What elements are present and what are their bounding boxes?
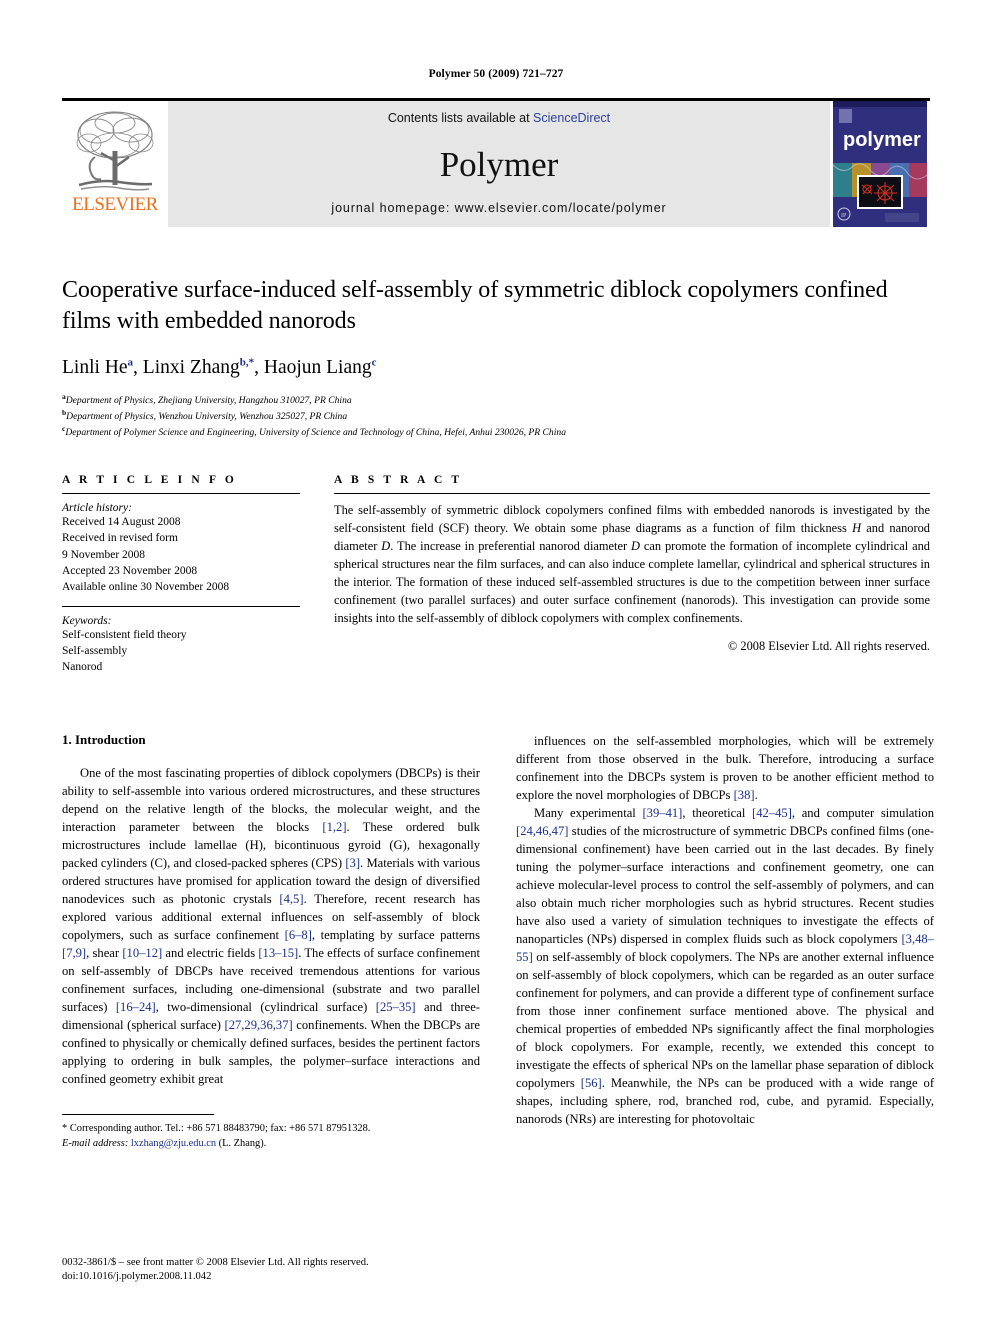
citation-link[interactable]: [3,48–55]	[516, 932, 934, 964]
history-item: Accepted 23 November 2008	[62, 565, 198, 578]
keyword-item: Self-consistent field theory	[62, 628, 187, 641]
footnote-rule: * Corresponding author. Tel.: +86 571 88…	[62, 1113, 370, 1151]
elsevier-tree-icon	[76, 111, 154, 191]
citation-link[interactable]: [6–8]	[285, 928, 312, 942]
affiliation-item: aDepartment of Physics, Zhejiang Univers…	[62, 392, 930, 408]
citation-link[interactable]: [10–12]	[122, 946, 162, 960]
email-label: E-mail address:	[62, 1137, 129, 1149]
article-page: Polymer 50 (2009) 721–727 ELSEVIER Conte…	[0, 0, 992, 1323]
citation-link[interactable]: [39–41]	[642, 806, 682, 820]
title-block: Cooperative surface-induced self-assembl…	[62, 275, 930, 440]
history-item: Received in revised form	[62, 532, 178, 545]
email-link[interactable]: lxzhang@zju.edu.cn	[131, 1138, 216, 1149]
svg-text:IP: IP	[841, 213, 847, 219]
citation-link[interactable]: [38]	[734, 788, 755, 802]
citation-link[interactable]: [27,29,36,37]	[225, 1018, 293, 1032]
footer-frontmatter-line: 0032-3861/$ – see front matter © 2008 El…	[62, 1256, 369, 1268]
author-name: Linxi Zhang	[142, 357, 240, 379]
citation-link[interactable]: [7,9]	[62, 946, 86, 960]
author-name: Linli He	[62, 357, 128, 379]
affiliation-list: aDepartment of Physics, Zhejiang Univers…	[62, 392, 930, 440]
footnote-star: *	[62, 1122, 68, 1134]
contents-prefix: Contents lists available at	[387, 111, 534, 125]
keyword-item: Nanorod	[62, 661, 103, 674]
corresponding-author-footnote: * Corresponding author. Tel.: +86 571 88…	[62, 1121, 480, 1151]
citation-link[interactable]: [4,5]	[279, 892, 303, 906]
divider	[62, 493, 300, 495]
keyword-item: Self-assembly	[62, 645, 128, 658]
paragraph: influences on the self-assembled morphol…	[516, 733, 934, 802]
email-suffix: (L. Zhang).	[218, 1137, 267, 1149]
info-abstract-section: A R T I C L E I N F O Article history: R…	[62, 474, 930, 676]
contents-available-line: Contents lists available at ScienceDirec…	[388, 111, 610, 125]
running-head: Polymer 50 (2009) 721–727	[428, 68, 564, 80]
keywords-label: Keywords:	[62, 614, 112, 627]
journal-homepage-link[interactable]: journal homepage: www.elsevier.com/locat…	[331, 201, 666, 215]
author-affiliation-mark: b,*	[239, 356, 255, 369]
paragraph: Many experimental [39–41], theoretical […	[516, 805, 935, 1126]
abstract-column: A B S T R A C T The self-assembly of sym…	[334, 474, 930, 676]
elsevier-logo: ELSEVIER	[62, 101, 168, 227]
author-affiliation-mark: a	[127, 356, 134, 369]
author-name: Haojun Liang	[263, 357, 372, 379]
citation-link[interactable]: [24,46,47]	[516, 824, 568, 838]
body-column-right: influences on the self-assembled morphol…	[516, 732, 934, 1151]
citation-link[interactable]: [56]	[581, 1076, 602, 1090]
abstract-text: The self-assembly of symmetric diblock c…	[334, 503, 930, 626]
sciencedirect-link[interactable]: ScienceDirect	[533, 111, 610, 125]
article-info-column: A R T I C L E I N F O Article history: R…	[62, 474, 300, 676]
abstract-copyright: © 2008 Elsevier Ltd. All rights reserved…	[727, 639, 930, 653]
divider	[62, 605, 300, 607]
affiliation-text: Department of Physics, Wenzhou Universit…	[66, 411, 348, 423]
footer-doi-line: doi:10.1016/j.polymer.2008.11.042	[62, 1271, 212, 1283]
body-columns: 1. Introduction One of the most fascinat…	[62, 732, 934, 1151]
history-item: Received 14 August 2008	[62, 516, 181, 529]
article-info-label: A R T I C L E I N F O	[62, 474, 237, 487]
elsevier-wordmark: ELSEVIER	[72, 194, 158, 215]
journal-masthead: ELSEVIER Contents lists available at Sci…	[62, 98, 930, 227]
journal-cover-thumbnail: polymer IP	[830, 101, 930, 227]
abstract-label: A B S T R A C T	[334, 474, 463, 487]
footnote-corresponding-text: Corresponding author. Tel.: +86 571 8848…	[69, 1122, 371, 1134]
affiliation-text: Department of Physics, Zhejiang Universi…	[65, 395, 352, 407]
author-item: Linxi Zhangb,*	[142, 356, 255, 379]
section-heading-introduction: 1. Introduction	[62, 731, 146, 747]
body-column-left: 1. Introduction One of the most fascinat…	[62, 732, 480, 1151]
affiliation-item: cDepartment of Polymer Science and Engin…	[62, 424, 930, 440]
article-history-label: Article history:	[62, 502, 132, 515]
author-item: Haojun Liangc	[263, 356, 377, 379]
affiliation-item: bDepartment of Physics, Wenzhou Universi…	[62, 408, 930, 424]
polymer-cover-image: polymer IP	[833, 101, 927, 227]
svg-text:polymer: polymer	[843, 129, 921, 151]
citation-link[interactable]: [25–35]	[376, 1000, 416, 1014]
citation-link[interactable]: [13–15]	[258, 946, 298, 960]
history-item: Available online 30 November 2008	[62, 581, 230, 594]
affiliation-text: Department of Polymer Science and Engine…	[65, 427, 566, 439]
citation-link[interactable]: [1,2]	[322, 820, 346, 834]
page-title: Cooperative surface-induced self-assembl…	[62, 277, 888, 334]
history-item: 9 November 2008	[62, 548, 146, 561]
page-footer: 0032-3861/$ – see front matter © 2008 El…	[62, 1256, 369, 1285]
journal-title: Polymer	[439, 144, 559, 184]
citation-link[interactable]: [3]	[345, 856, 360, 870]
author-affiliation-mark: c	[371, 356, 377, 369]
citation-link[interactable]: [42–45]	[752, 806, 792, 820]
author-item: Linli Hea	[62, 356, 134, 379]
paragraph: One of the most fascinating properties o…	[62, 765, 480, 1086]
divider	[334, 493, 930, 495]
masthead-center: Contents lists available at ScienceDirec…	[168, 101, 830, 227]
citation-link[interactable]: [16–24]	[116, 1000, 156, 1014]
author-list: Linli Hea, Linxi Zhangb,*, Haojun Liangc	[62, 356, 377, 379]
